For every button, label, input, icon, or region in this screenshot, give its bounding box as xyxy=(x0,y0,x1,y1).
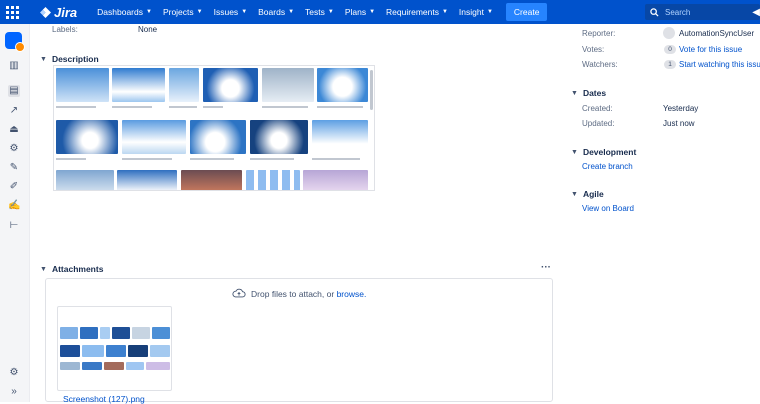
description-title: Description xyxy=(51,54,99,64)
top-navigation: Jira Dashboards ▼ Projects ▼ Issues ▼ Board… xyxy=(0,0,760,24)
labels-label: Labels: xyxy=(52,25,78,34)
description-header[interactable]: ▼ Description xyxy=(40,54,99,64)
updated-value: Just now xyxy=(663,119,695,128)
chevron-down-icon: ▼ xyxy=(40,55,47,63)
chevron-down-icon: ▼ xyxy=(571,190,578,198)
test-plan-icon[interactable]: ✐ xyxy=(8,181,20,193)
development-header[interactable]: ▼ Development xyxy=(571,147,636,157)
menu-dashboards[interactable]: Dashboards ▼ xyxy=(97,7,152,17)
drop-text: Drop files to attach, or xyxy=(251,289,335,299)
backlog-icon[interactable]: ▤ xyxy=(8,85,20,97)
watch-link[interactable]: Start watching this issue xyxy=(679,60,760,69)
create-button[interactable]: Create xyxy=(505,3,548,21)
chevron-down-icon: ▼ xyxy=(196,9,203,15)
created-label: Created: xyxy=(582,104,613,113)
test-icon[interactable]: ✎ xyxy=(8,162,20,174)
project-sidebar: ▥ ▤ ↗ ⏏ ⚙ ✎ ✐ ✍ ⊢ ⚙ » xyxy=(0,24,30,402)
dates-header[interactable]: ▼ Dates xyxy=(571,88,606,98)
app-name: Jira xyxy=(54,4,78,20)
search-icon xyxy=(650,7,659,17)
chevron-down-icon: ▼ xyxy=(145,9,152,15)
menu-insight[interactable]: Insight ▼ xyxy=(459,7,493,17)
menu-plans[interactable]: Plans ▼ xyxy=(345,7,375,17)
chevron-down-icon: ▼ xyxy=(486,9,493,15)
watchers-count-badge: 1 xyxy=(664,60,676,69)
hierarchy-icon[interactable]: ⊢ xyxy=(8,220,20,232)
updated-label: Updated: xyxy=(582,119,615,128)
menu-issues[interactable]: Issues ▼ xyxy=(214,7,248,17)
jira-logo-icon xyxy=(40,6,51,18)
main-menu: Dashboards ▼ Projects ▼ Issues ▼ Boards ▼ Te… xyxy=(97,7,504,17)
attachment-thumbnail[interactable] xyxy=(57,306,172,391)
watchers-label: Watchers: xyxy=(582,60,618,69)
attachment-file-name[interactable]: Screenshot (127).png xyxy=(63,394,145,404)
search-input[interactable]: Search ◀ xyxy=(645,4,760,20)
attachments-more-button[interactable]: ··· xyxy=(541,262,551,273)
browse-link[interactable]: browse. xyxy=(337,289,367,299)
reports-icon[interactable]: ↗ xyxy=(8,105,20,117)
description-image[interactable] xyxy=(53,65,375,191)
test-run-icon[interactable]: ✍ xyxy=(8,200,20,212)
chevron-down-icon: ▼ xyxy=(369,9,376,15)
expand-icon[interactable]: » xyxy=(8,386,20,398)
attachments-title: Attachments xyxy=(51,264,104,274)
agile-header[interactable]: ▼ Agile xyxy=(571,189,604,199)
view-on-board-link[interactable]: View on Board xyxy=(582,204,634,213)
board-icon[interactable]: ▥ xyxy=(8,60,20,72)
app-switcher-icon[interactable] xyxy=(6,5,20,19)
chevron-down-icon: ▼ xyxy=(571,89,578,97)
vote-link[interactable]: Vote for this issue xyxy=(679,45,742,54)
menu-tests[interactable]: Tests ▼ xyxy=(305,7,334,17)
chevron-down-icon: ▼ xyxy=(241,9,248,15)
votes-label: Votes: xyxy=(582,45,605,54)
attachments-header[interactable]: ▼ Attachments xyxy=(40,264,103,274)
releases-icon[interactable]: ⏏ xyxy=(8,124,20,136)
search-placeholder: Search xyxy=(665,7,691,17)
create-branch-link[interactable]: Create branch xyxy=(582,162,633,171)
avatar xyxy=(663,27,675,39)
menu-boards[interactable]: Boards ▼ xyxy=(258,7,294,17)
notifications-icon[interactable]: ◀ xyxy=(752,7,760,18)
jira-logo[interactable]: Jira xyxy=(40,5,77,20)
labels-value[interactable]: None xyxy=(138,25,157,34)
development-title: Development xyxy=(582,147,637,157)
chevron-down-icon: ▼ xyxy=(288,9,295,15)
project-avatar-icon[interactable] xyxy=(5,32,25,52)
dates-title: Dates xyxy=(582,88,607,98)
chevron-down-icon: ▼ xyxy=(571,148,578,156)
chevron-down-icon: ▼ xyxy=(327,9,334,15)
cloud-upload-icon xyxy=(232,288,246,298)
description-scrollbar[interactable] xyxy=(370,70,373,110)
reporter-label: Reporter: xyxy=(582,29,616,38)
chevron-down-icon: ▼ xyxy=(40,265,47,273)
menu-requirements[interactable]: Requirements ▼ xyxy=(386,7,448,17)
menu-projects[interactable]: Projects ▼ xyxy=(163,7,203,17)
created-value: Yesterday xyxy=(663,104,699,113)
reporter-value[interactable]: AutomationSyncUser xyxy=(679,29,754,38)
drop-area: Drop files to attach, or browse. xyxy=(46,288,552,299)
settings-icon[interactable]: ⚙ xyxy=(8,143,20,155)
attachments-dropzone[interactable]: Drop files to attach, or browse. xyxy=(45,278,553,402)
votes-count-badge: 0 xyxy=(664,45,676,54)
agile-title: Agile xyxy=(582,189,604,199)
settings-bottom-icon[interactable]: ⚙ xyxy=(8,367,20,379)
chevron-down-icon: ▼ xyxy=(441,9,448,15)
